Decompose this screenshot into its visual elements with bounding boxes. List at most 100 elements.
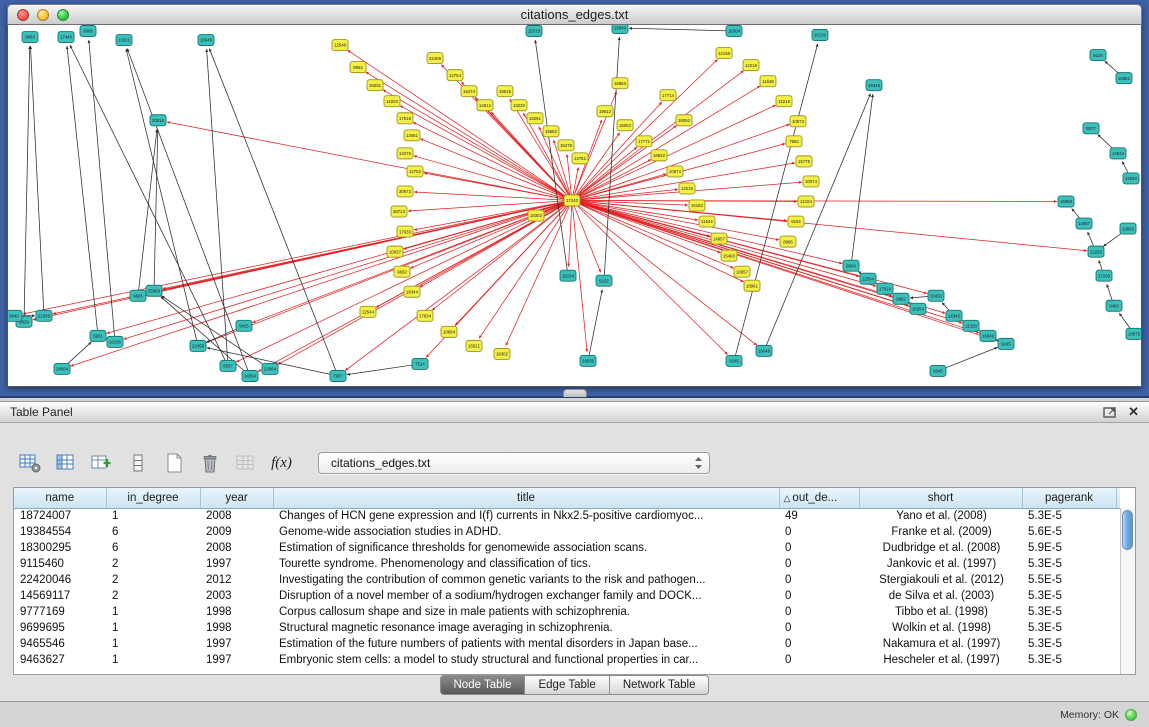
column-header-title[interactable]: title	[273, 488, 779, 508]
network-node[interactable]: 25869	[146, 285, 162, 296]
network-node[interactable]: 16001	[367, 80, 383, 91]
network-node[interactable]: 15723	[526, 26, 542, 37]
network-node[interactable]: 7514	[412, 358, 428, 369]
network-node[interactable]: 13216	[679, 183, 695, 194]
network-node[interactable]: 12548	[332, 40, 348, 51]
network-node[interactable]: 16922	[651, 150, 667, 161]
network-node[interactable]: 22408	[427, 53, 443, 64]
network-node[interactable]: 19154	[560, 270, 576, 281]
network-node[interactable]: 10994	[441, 326, 457, 337]
network-node[interactable]: 12544	[360, 306, 376, 317]
network-node[interactable]: 11548	[760, 76, 776, 87]
network-node[interactable]: 9605	[130, 290, 146, 301]
minimize-window-button[interactable]	[37, 9, 49, 21]
network-node[interactable]: 10957	[734, 266, 750, 277]
network-node[interactable]: 14275	[397, 148, 413, 159]
network-node[interactable]: 9277	[1083, 123, 1099, 134]
network-node[interactable]: 16563	[612, 78, 628, 89]
network-node[interactable]: 8963	[22, 32, 38, 43]
close-window-button[interactable]	[17, 9, 29, 21]
network-node[interactable]: 17518	[397, 113, 413, 124]
float-panel-icon[interactable]	[1102, 405, 1118, 419]
network-node[interactable]: 12752	[407, 166, 423, 177]
network-node[interactable]: 19448	[866, 80, 882, 91]
network-node[interactable]: 14957	[711, 233, 727, 244]
network-node[interactable]: 16162	[689, 200, 705, 211]
network-node[interactable]: 10937	[387, 246, 403, 257]
network-node[interactable]: 13862	[1120, 223, 1136, 234]
network-node[interactable]: 30672	[397, 186, 413, 197]
network-node[interactable]: 12215	[743, 60, 759, 71]
tab-node-table[interactable]: Node Table	[440, 675, 526, 695]
network-canvas-container[interactable]: 8963174409508120211804915723166401813020…	[7, 25, 1142, 387]
network-node[interactable]: 9450	[1106, 300, 1122, 311]
network-node[interactable]: 14751	[572, 153, 588, 164]
network-node[interactable]: 9662	[394, 266, 410, 277]
network-node[interactable]: 17440	[58, 32, 74, 43]
network-node[interactable]: 16156	[107, 336, 123, 347]
network-node[interactable]: 14204	[384, 96, 400, 107]
network-node[interactable]: 9040	[8, 310, 22, 321]
network-node[interactable]: 9245	[726, 355, 742, 366]
network-node[interactable]: 14057	[1076, 218, 1092, 229]
network-node[interactable]: 14634	[1110, 148, 1126, 159]
network-node[interactable]: 14342	[946, 310, 962, 321]
tab-network-table[interactable]: Network Table	[610, 675, 710, 695]
network-node[interactable]: 18302	[528, 210, 544, 221]
network-node[interactable]: 22456	[190, 340, 206, 351]
network-node[interactable]: 23064	[262, 363, 278, 374]
network-node[interactable]: 26713	[391, 206, 407, 217]
close-panel-icon[interactable]: ✕	[1128, 405, 1139, 419]
network-node[interactable]: 16851	[1116, 73, 1132, 84]
table-selector-dropdown[interactable]: citations_edges.txt	[318, 452, 710, 474]
network-node[interactable]: 15474	[461, 86, 477, 97]
network-node[interactable]: 12021	[116, 35, 132, 46]
network-node[interactable]: 18304	[726, 26, 742, 37]
network-node[interactable]: 15582	[543, 126, 559, 137]
network-node[interactable]: 24506	[580, 355, 596, 366]
network-node[interactable]: 12504	[860, 273, 876, 284]
network-node[interactable]: 12754	[447, 70, 463, 81]
network-node[interactable]: 9508	[80, 26, 96, 37]
network-node[interactable]: 8996	[780, 236, 796, 247]
network-node[interactable]: 14612	[477, 100, 493, 111]
network-node[interactable]: 24504	[54, 363, 70, 374]
network-node[interactable]: 15958	[1058, 196, 1074, 207]
network-node[interactable]: 15775	[796, 156, 812, 167]
network-node[interactable]: 17771	[636, 136, 652, 147]
network-node[interactable]: 7850	[786, 136, 802, 147]
tab-edge-table[interactable]: Edge Table	[525, 675, 609, 695]
network-node[interactable]: 14554	[242, 370, 258, 381]
network-node[interactable]: 9125	[1090, 50, 1106, 61]
network-node[interactable]: 12250	[1088, 246, 1104, 257]
network-node[interactable]: 9425	[236, 320, 252, 331]
network-node[interactable]: 18961	[744, 280, 760, 291]
network-node[interactable]: 21069	[36, 310, 52, 321]
network-node[interactable]: 16254	[910, 303, 926, 314]
network-node[interactable]: 18344	[404, 286, 420, 297]
network-node[interactable]: 12651	[404, 130, 420, 141]
network-node[interactable]: 15478	[558, 140, 574, 151]
network-node[interactable]: 12156	[716, 48, 732, 59]
network-node[interactable]: 16521	[466, 340, 482, 351]
network-node[interactable]: 16092	[676, 115, 692, 126]
network-window-titlebar[interactable]: citations_edges.txt	[7, 4, 1142, 25]
column-header-pagerank[interactable]: pagerank	[1022, 488, 1116, 508]
network-node[interactable]: 17714	[660, 90, 676, 101]
network-node[interactable]: 15493	[721, 250, 737, 261]
network-node[interactable]: 13220	[511, 100, 527, 111]
table-row[interactable]: 977716911998Corpus callosum shape and si…	[14, 604, 1120, 620]
table-row[interactable]: 969969511998Structural magnetic resonanc…	[14, 620, 1120, 636]
column-header-short[interactable]: short	[859, 488, 1022, 508]
network-node[interactable]: 18130	[812, 30, 828, 41]
table-row[interactable]: 946362711997Embryonic stem cells: a mode…	[14, 652, 1120, 668]
network-node[interactable]: 7907	[330, 370, 346, 381]
network-node[interactable]: 9154	[788, 216, 804, 227]
network-node[interactable]: 10074	[803, 176, 819, 187]
function-builder-button[interactable]: f(x)	[268, 450, 295, 477]
network-canvas[interactable]: 8963174409508120211804915723166401813020…	[8, 25, 1141, 386]
network-node[interactable]: 9862	[350, 62, 366, 73]
network-node[interactable]: 16261	[527, 113, 543, 124]
column-header-out-degree[interactable]: △out_de...	[779, 488, 859, 508]
network-node[interactable]: 17240	[564, 195, 580, 206]
